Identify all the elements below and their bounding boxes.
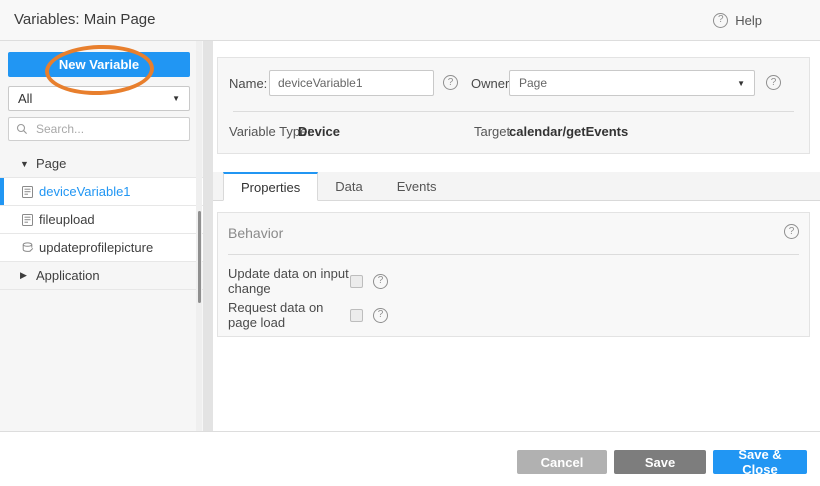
variable-filter-select[interactable]: All ▼ [8,86,190,111]
triangle-down-icon[interactable]: ▼ [20,159,36,169]
name-owner-row: Name:* ? Owner:* Page ▼ ? [218,70,809,96]
name-input[interactable] [269,70,434,96]
tree-group-page[interactable]: ▼ Page [0,150,203,178]
update-data-help-icon[interactable]: ? [373,274,388,289]
sidebar-divider [203,41,213,431]
save-button[interactable]: Save [614,450,706,474]
triangle-right-icon[interactable]: ▶ [20,270,36,281]
option-label: Request data on page load [228,300,350,330]
tree-item-label: updateprofilepicture [39,240,153,255]
name-help-icon[interactable]: ? [443,75,458,90]
new-variable-button[interactable]: New Variable [8,52,190,77]
device-variable-icon [22,186,39,198]
request-data-help-icon[interactable]: ? [373,308,388,323]
search-input[interactable] [34,121,182,137]
tab-events[interactable]: Events [380,172,454,200]
option-row-request-data: Request data on page load ? [228,306,799,324]
tree-group-label: Application [36,268,100,283]
option-label: Update data on input change [228,266,350,296]
sidebar-scrollbar-thumb[interactable] [198,211,201,303]
service-variable-icon [22,242,39,254]
caret-down-icon: ▼ [737,79,745,88]
option-row-update-data: Update data on input change ? [228,272,799,290]
cancel-button[interactable]: Cancel [517,450,607,474]
tree-group-application[interactable]: ▶ Application [0,262,203,290]
section-divider [228,254,799,255]
tab-data[interactable]: Data [318,172,379,200]
device-variable-icon [22,214,39,226]
target-value: calendar/getEvents [509,124,628,139]
variables-dialog: Variables: Main Page ? Help New Variable… [0,0,820,486]
behavior-section-title: Behavior [228,225,283,241]
tree-item-label: fileupload [39,212,95,227]
tree-item-devicevariable1[interactable]: deviceVariable1 [0,178,203,206]
save-and-close-button[interactable]: Save & Close [713,450,807,474]
search-icon [16,123,28,135]
tab-properties[interactable]: Properties [223,172,318,201]
help-icon: ? [713,13,728,28]
caret-down-icon: ▼ [172,94,180,103]
dialog-header: Variables: Main Page ? Help [0,0,820,41]
footer-buttons: Cancel Save Save & Close [517,450,807,474]
request-data-checkbox[interactable] [350,309,363,322]
tree-item-updateprofilepicture[interactable]: updateprofilepicture [0,234,203,262]
update-data-checkbox[interactable] [350,275,363,288]
dialog-footer: Cancel Save Save & Close [0,431,820,486]
panel-divider [233,111,794,112]
owner-select[interactable]: Page ▼ [509,70,755,96]
target-label: Target: [474,124,514,139]
owner-help-icon[interactable]: ? [766,75,781,90]
page-title: Variables: Main Page [14,0,155,40]
detail-tabs: Properties Data Events [213,172,820,201]
variable-filter-value: All [18,91,32,106]
variable-summary-panel: Name:* ? Owner:* Page ▼ ? Variable Type:… [217,57,810,154]
tree-group-label: Page [36,156,66,171]
behavior-help-icon[interactable]: ? [784,224,799,239]
type-target-row: Variable Type: Device Target: calendar/g… [218,124,809,144]
help-label: Help [735,13,762,28]
variable-search-box [8,117,190,141]
variable-type-value: Device [298,124,340,139]
variables-tree: ▼ Page deviceVariable1 fileupload updat [0,150,203,290]
owner-select-value: Page [519,76,547,90]
tree-item-fileupload[interactable]: fileupload [0,206,203,234]
variables-sidebar: New Variable All ▼ ▼ Page deviceVariable… [0,41,203,431]
variable-detail-pane: Name:* ? Owner:* Page ▼ ? Variable Type:… [213,41,820,431]
help-link[interactable]: ? Help [713,0,762,40]
behavior-section: Behavior ? Update data on input change ?… [217,212,810,337]
tree-item-label: deviceVariable1 [39,184,131,199]
